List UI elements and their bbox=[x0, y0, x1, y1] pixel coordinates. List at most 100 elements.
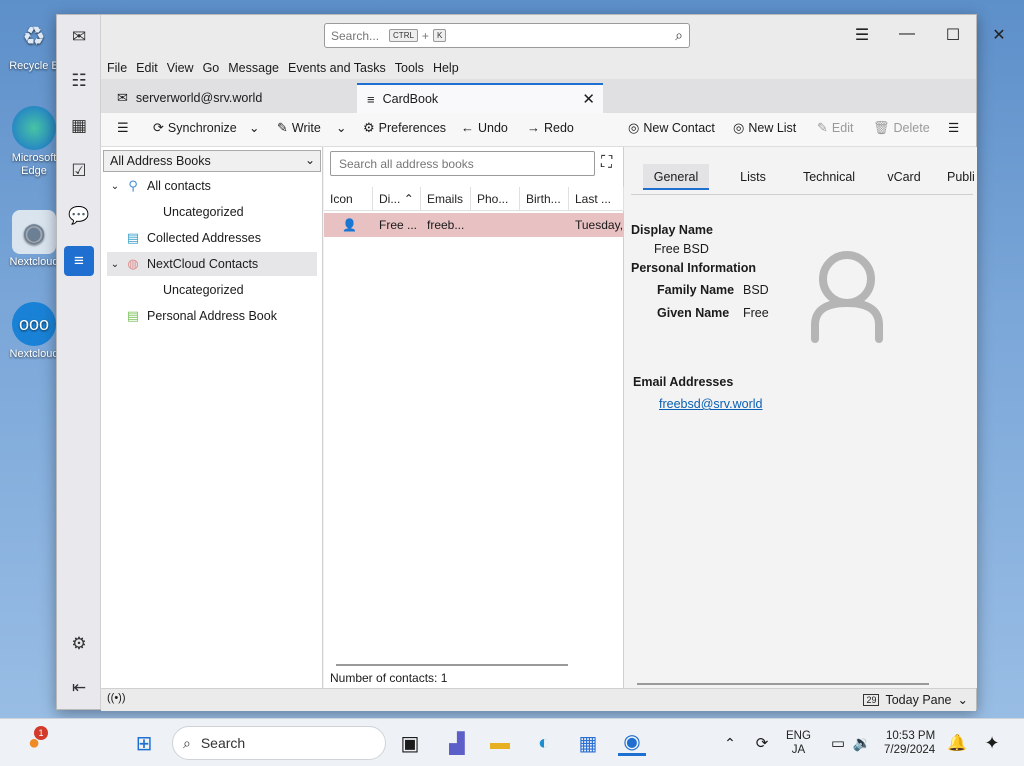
cardbook-space-icon[interactable]: ≡ bbox=[64, 246, 94, 276]
volume-icon[interactable]: 🔉 bbox=[848, 730, 876, 756]
chevron-down-icon[interactable]: ⌄ bbox=[107, 259, 123, 270]
minimize-button[interactable]: — bbox=[895, 25, 919, 43]
column-birthday[interactable]: Birth... bbox=[520, 187, 569, 211]
tray-overflow-icon[interactable]: ⌃ bbox=[716, 730, 744, 756]
settings-gear-icon[interactable]: ⚙ bbox=[64, 629, 94, 659]
menu-bar: File Edit View Go Message Events and Tas… bbox=[101, 57, 976, 79]
tree-item-all-contacts[interactable]: ⌄ ⚲ All contacts bbox=[107, 174, 317, 198]
copilot-icon[interactable]: ✦ bbox=[978, 730, 1006, 756]
language-indicator[interactable]: ENG JA bbox=[786, 729, 811, 757]
tree-item-nextcloud-contacts[interactable]: ⌄ ◍ NextCloud Contacts bbox=[107, 252, 317, 276]
horizontal-scrollbar[interactable] bbox=[336, 664, 568, 666]
delete-button[interactable]: 🗑 Delete bbox=[873, 120, 930, 136]
family-name-value: BSD bbox=[743, 283, 769, 297]
notification-bell-icon[interactable]: 🔔 bbox=[943, 730, 971, 756]
menu-tools[interactable]: Tools bbox=[395, 61, 424, 75]
tree-item-collected-addresses[interactable]: ▤ Collected Addresses bbox=[107, 226, 317, 250]
search-placeholder: Search... bbox=[331, 28, 380, 43]
task-view-icon[interactable]: ▣ bbox=[396, 730, 424, 756]
menu-message[interactable]: Message bbox=[228, 61, 279, 75]
expand-icon[interactable]: ⛶ bbox=[601, 154, 612, 172]
tab-vcard[interactable]: vCard bbox=[883, 164, 925, 190]
status-bar: ((•)) 29 Today Pane ⌄ bbox=[101, 688, 976, 711]
column-display-name[interactable]: Di... ⌃ bbox=[373, 187, 421, 211]
column-icon[interactable]: Icon bbox=[324, 187, 373, 211]
synchronize-dropdown-icon[interactable]: ⌄ bbox=[249, 120, 259, 135]
address-book-icon: ▤ bbox=[126, 308, 140, 323]
address-book-space-icon[interactable]: ☷ bbox=[64, 66, 94, 96]
clock[interactable]: 10:53 PM 7/29/2024 bbox=[884, 729, 935, 757]
notification-badge: 1 bbox=[34, 726, 48, 740]
tab-public[interactable]: Publi bbox=[947, 164, 977, 190]
close-button[interactable]: ✕ bbox=[987, 25, 1011, 45]
menu-help[interactable]: Help bbox=[433, 61, 459, 75]
family-name-label: Family Name bbox=[657, 283, 735, 297]
column-last-modified[interactable]: Last ... bbox=[569, 187, 624, 211]
tree-item-personal-address-book[interactable]: ▤ Personal Address Book bbox=[107, 304, 317, 328]
synchronize-button[interactable]: ⟳ Synchronize bbox=[153, 120, 237, 136]
collapse-spaces-icon[interactable]: ⇤ bbox=[64, 673, 94, 703]
redo-button[interactable]: → Redo bbox=[527, 120, 574, 135]
new-list-button[interactable]: ◎ New List bbox=[733, 120, 796, 136]
tree-item-label: NextCloud Contacts bbox=[147, 257, 259, 271]
store-icon[interactable]: ▦ bbox=[574, 730, 602, 756]
weather-widget-icon[interactable]: ● 1 bbox=[20, 726, 48, 756]
search-icon[interactable]: ⌕ bbox=[675, 27, 683, 44]
tab-lists[interactable]: Lists bbox=[731, 164, 775, 190]
write-dropdown-icon[interactable]: ⌄ bbox=[336, 120, 346, 135]
app-menu-icon[interactable]: ☰ bbox=[850, 25, 874, 45]
menu-view[interactable]: View bbox=[167, 61, 194, 75]
update-icon[interactable]: ⟳ bbox=[748, 730, 776, 756]
desktop-nextcloud-disc[interactable]: ◉ Nextcloud bbox=[4, 210, 64, 268]
contacts-search-input[interactable]: Search all address books bbox=[330, 151, 595, 176]
global-search-input[interactable]: Search... CTRL + K ⌕ bbox=[324, 23, 690, 48]
maximize-button[interactable]: ☐ bbox=[941, 25, 965, 45]
edge-taskbar-icon[interactable]: ◐ bbox=[530, 730, 558, 756]
column-emails[interactable]: Emails bbox=[421, 187, 471, 211]
menu-file[interactable]: File bbox=[107, 61, 127, 75]
file-explorer-icon[interactable]: ▬ bbox=[486, 730, 514, 756]
start-button[interactable]: ⊞ bbox=[130, 730, 158, 756]
table-row[interactable]: 👤 Free ... freeb... Tuesday, bbox=[324, 213, 624, 237]
menu-events-tasks[interactable]: Events and Tasks bbox=[288, 61, 386, 75]
teams-icon[interactable]: ▟ bbox=[443, 730, 471, 756]
desktop-nextcloud[interactable]: ooo Nextcloud bbox=[4, 302, 64, 360]
horizontal-scrollbar[interactable] bbox=[637, 683, 929, 685]
given-name-value: Free bbox=[743, 306, 769, 320]
write-button[interactable]: ✎ Write bbox=[277, 120, 321, 136]
shortcut-plus: + bbox=[421, 28, 429, 43]
close-tab-icon[interactable]: ✕ bbox=[582, 90, 595, 108]
tree-item-uncategorized-nextcloud[interactable]: Uncategorized bbox=[107, 278, 317, 302]
desktop-recycle-bin[interactable]: ♻ Recycle B bbox=[4, 14, 64, 73]
edit-button[interactable]: ✎ Edit bbox=[817, 120, 853, 136]
chevron-down-icon[interactable]: ⌄ bbox=[107, 181, 123, 192]
calendar-space-icon[interactable]: ▦ bbox=[64, 111, 94, 141]
tab-mail[interactable]: ✉ serverworld@srv.world bbox=[107, 83, 353, 113]
menu-go[interactable]: Go bbox=[203, 61, 220, 75]
new-contact-button[interactable]: ◎ New Contact bbox=[628, 120, 715, 136]
thunderbird-taskbar-icon[interactable]: ◉ bbox=[618, 730, 646, 756]
desktop-edge[interactable]: Microsoft Edge bbox=[4, 106, 64, 178]
today-pane-label: Today Pane bbox=[885, 692, 952, 707]
tab-general[interactable]: General bbox=[643, 164, 709, 190]
preferences-button[interactable]: ⚙ Preferences bbox=[363, 120, 446, 136]
tree-item-uncategorized[interactable]: Uncategorized bbox=[107, 200, 317, 224]
clock-date: 7/29/2024 bbox=[884, 744, 936, 756]
today-pane-button[interactable]: 29 Today Pane ⌄ bbox=[863, 692, 968, 707]
folder-pane-toggle-icon[interactable]: ☰ bbox=[117, 120, 133, 136]
tasks-space-icon[interactable]: ☑ bbox=[64, 156, 94, 186]
mail-space-icon[interactable]: ✉ bbox=[64, 22, 94, 52]
redo-label: Redo bbox=[544, 120, 574, 135]
column-phone[interactable]: Pho... bbox=[471, 187, 520, 211]
address-book-selector[interactable]: All Address Books ⌄ bbox=[103, 150, 321, 172]
email-link[interactable]: freebsd@srv.world bbox=[659, 397, 762, 411]
chat-space-icon[interactable]: 💬 bbox=[64, 201, 94, 231]
online-status-icon[interactable]: ((•)) bbox=[107, 692, 126, 704]
menu-edit[interactable]: Edit bbox=[136, 61, 158, 75]
toolbar-overflow-icon[interactable]: ☰ bbox=[948, 120, 959, 135]
cell-email: freeb... bbox=[427, 218, 465, 232]
undo-button[interactable]: ← Undo bbox=[461, 120, 508, 135]
tab-technical[interactable]: Technical bbox=[797, 164, 861, 190]
tab-cardbook[interactable]: ≡ CardBook ✕ bbox=[357, 83, 603, 113]
taskbar-search[interactable]: ⌕ Search bbox=[172, 726, 386, 760]
